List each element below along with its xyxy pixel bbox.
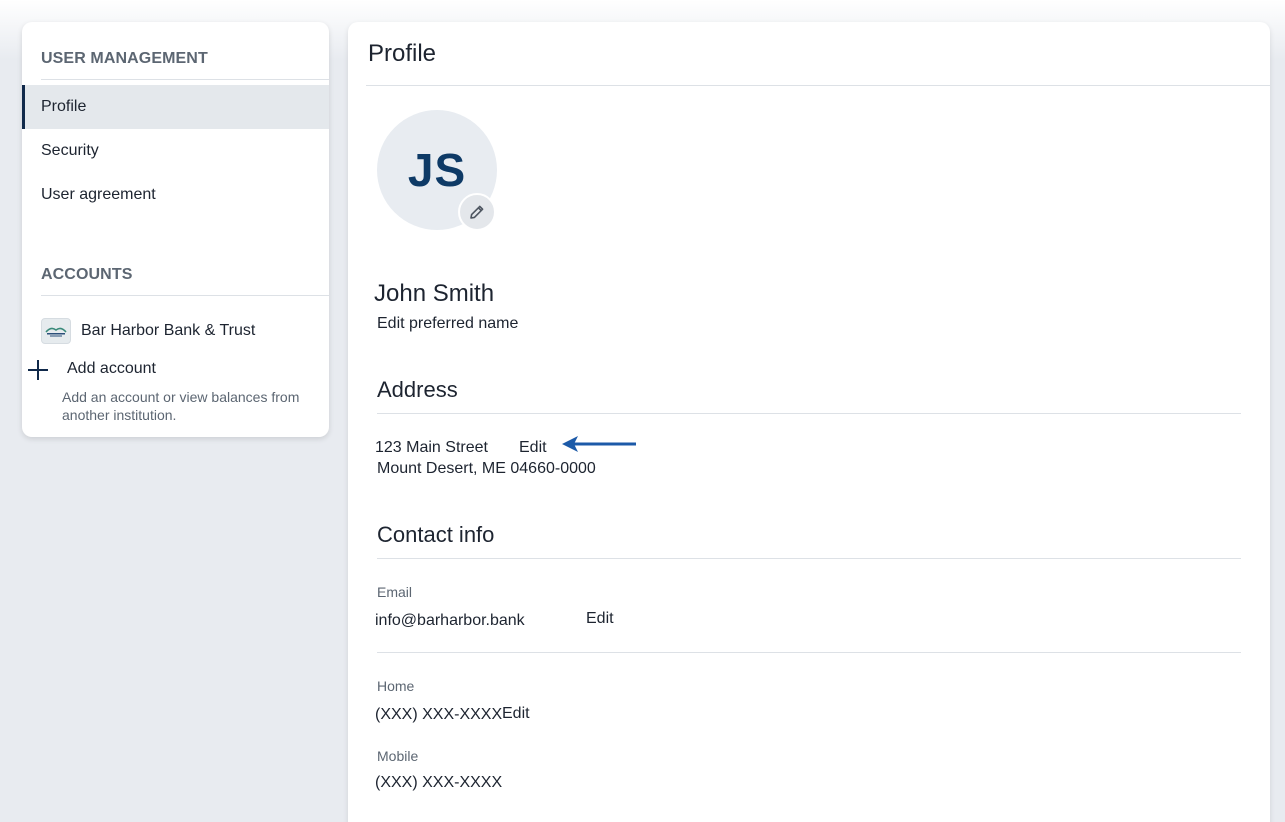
plus-icon <box>26 358 50 382</box>
add-account-description: Add an account or view balances from ano… <box>62 389 300 423</box>
mobile-phone-label: Mobile <box>377 748 419 764</box>
account-item-bar-harbor[interactable]: Bar Harbor Bank & Trust <box>41 317 255 345</box>
email-label: Email <box>377 584 413 600</box>
address-heading: Address <box>377 377 458 402</box>
divider <box>377 558 1241 559</box>
profile-panel: Profile JS John Smith Edit preferred nam… <box>348 22 1270 822</box>
arrow-left-icon <box>562 436 636 452</box>
accounts-heading: ACCOUNTS <box>41 266 133 283</box>
sidebar-item-security[interactable]: Security <box>22 129 329 173</box>
edit-home-phone-link[interactable]: Edit <box>502 705 530 723</box>
user-full-name: John Smith <box>374 280 495 307</box>
user-management-heading: USER MANAGEMENT <box>41 50 208 67</box>
edit-preferred-name-link[interactable]: Edit preferred name <box>377 315 518 333</box>
divider <box>41 295 329 296</box>
page-title: Profile <box>368 40 437 67</box>
sidebar-item-user-agreement[interactable]: User agreement <box>22 173 329 217</box>
edit-email-link[interactable]: Edit <box>586 610 614 628</box>
divider <box>41 79 329 80</box>
add-account-label: Add account <box>67 360 156 377</box>
email-value: info@barharbor.bank <box>375 612 525 629</box>
edit-avatar-button[interactable] <box>458 193 496 231</box>
bank-logo-icon <box>41 318 71 344</box>
divider <box>377 652 1241 653</box>
address-line-1: 123 Main Street <box>375 439 488 456</box>
account-name: Bar Harbor Bank & Trust <box>81 322 256 339</box>
address-line-2: Mount Desert, ME 04660-0000 <box>377 460 596 477</box>
divider <box>366 85 1270 86</box>
avatar-initials: JS <box>407 144 467 196</box>
sidebar: USER MANAGEMENT Profile Security User ag… <box>22 22 329 437</box>
mobile-phone-value: (XXX) XXX-XXXX <box>375 774 503 791</box>
contact-info-heading: Contact info <box>377 522 495 547</box>
pencil-icon <box>470 205 484 219</box>
edit-address-link[interactable]: Edit <box>519 439 547 457</box>
home-phone-value: (XXX) XXX-XXXX <box>375 706 503 723</box>
sidebar-item-profile[interactable]: Profile <box>22 85 329 129</box>
divider <box>377 413 1241 414</box>
home-phone-label: Home <box>377 678 415 694</box>
